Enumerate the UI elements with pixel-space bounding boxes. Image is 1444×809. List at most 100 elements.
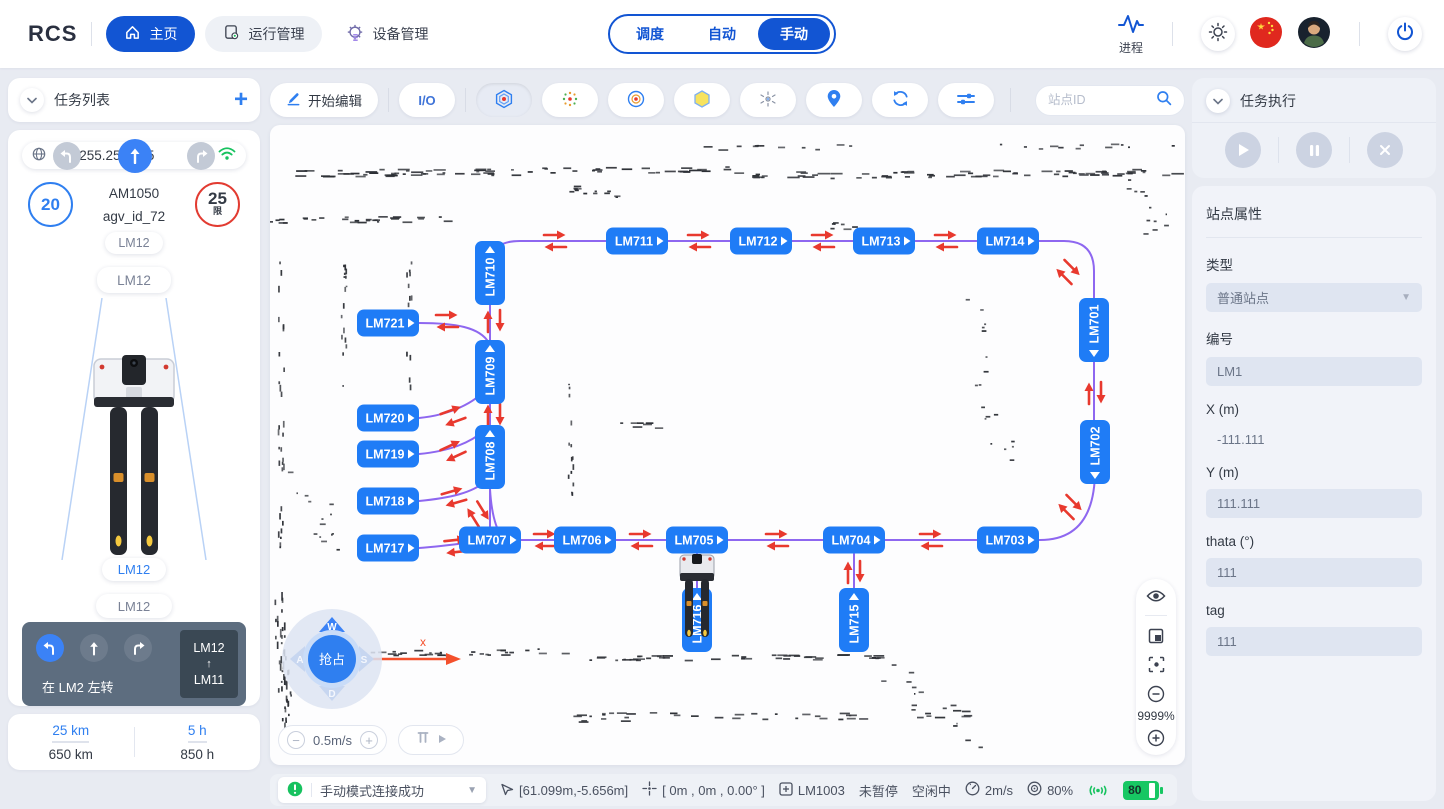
layer-pointcloud-button[interactable]: [542, 83, 598, 117]
map-station-lm717[interactable]: LM717: [357, 535, 419, 562]
map-station-lm710[interactable]: LM710: [475, 241, 505, 305]
plus-square-icon: [779, 782, 793, 799]
mode-tab-手动[interactable]: 手动: [758, 18, 830, 50]
collapse-task-exec-button[interactable]: [1206, 89, 1230, 113]
field-label-x: X (m): [1206, 402, 1422, 417]
crosshair-icon: [642, 781, 657, 799]
svg-text:LM717: LM717: [366, 542, 405, 556]
nav-item-home[interactable]: 主页: [106, 16, 195, 52]
field-value-code[interactable]: LM1: [1206, 357, 1422, 386]
map-station-lm706[interactable]: LM706: [554, 527, 616, 554]
nav-item-label: 运行管理: [248, 24, 304, 44]
avatar-image: [1297, 17, 1331, 51]
map-station-lm712[interactable]: LM712: [730, 228, 792, 255]
field-label-tag: tag: [1206, 603, 1422, 618]
signal-icon: [1087, 783, 1109, 798]
map-station-lm702[interactable]: LM702: [1080, 420, 1110, 484]
sliders-icon: [956, 91, 976, 110]
map-station-lm709[interactable]: LM709: [475, 340, 505, 404]
start-edit-button[interactable]: 开始编辑: [270, 83, 378, 117]
layer-target-button[interactable]: [608, 83, 664, 117]
cursor-icon: [500, 782, 514, 799]
turn-left-button[interactable]: [53, 142, 81, 170]
process-label: 进程: [1119, 39, 1143, 56]
turn-right-button[interactable]: [187, 142, 215, 170]
robot-pose-readout: [ 0m , 0m , 0.00° ]: [642, 781, 765, 799]
station-search-input[interactable]: [1048, 93, 1138, 107]
power-button[interactable]: [1388, 17, 1422, 51]
info-icon: [287, 781, 303, 800]
zoom-out-button[interactable]: [1147, 685, 1165, 703]
visibility-eye-icon[interactable]: [1146, 589, 1166, 603]
collapse-task-list-button[interactable]: [20, 88, 44, 112]
lidar-button[interactable]: [740, 83, 796, 117]
task-cancel-button[interactable]: [1367, 132, 1403, 168]
svg-text:LM701: LM701: [1088, 305, 1102, 344]
center-focus-icon[interactable]: [1148, 656, 1165, 673]
station-properties-title: 站点属性: [1206, 204, 1422, 238]
zoom-level: 9999%: [1137, 709, 1174, 723]
field-value-theta[interactable]: 111: [1206, 558, 1422, 587]
task-pause-button[interactable]: [1296, 132, 1332, 168]
location-pin-icon: [826, 89, 842, 111]
hint-turn-left-icon[interactable]: [36, 634, 64, 662]
theme-toggle-button[interactable]: [1201, 17, 1235, 51]
station-pill-1: LM12: [105, 232, 163, 254]
task-execution-card: 任务执行: [1192, 78, 1436, 178]
map-station-lm714[interactable]: LM714: [977, 228, 1039, 255]
field-value-type[interactable]: 普通站点▼: [1206, 283, 1422, 312]
map-station-lm715[interactable]: LM715: [839, 588, 869, 652]
speed-increase-button[interactable]: +: [360, 731, 378, 749]
field-value-x: -111.111: [1206, 426, 1422, 449]
fork-action-button[interactable]: [398, 725, 464, 755]
user-avatar[interactable]: [1297, 17, 1331, 51]
refresh-button[interactable]: [872, 83, 928, 117]
gauge-icon: [965, 781, 980, 799]
mode-tab-调度[interactable]: 调度: [614, 18, 686, 50]
go-straight-button[interactable]: [118, 139, 152, 173]
io-button[interactable]: I/O: [399, 83, 455, 117]
zoom-in-button[interactable]: [1147, 729, 1165, 747]
layer-stations-button[interactable]: [476, 83, 532, 117]
map-station-lm703[interactable]: LM703: [977, 527, 1039, 554]
nav-item-operations[interactable]: 运行管理: [205, 16, 322, 52]
svg-text:LM702: LM702: [1089, 427, 1103, 466]
add-task-button[interactable]: +: [234, 90, 248, 110]
map-station-lm708[interactable]: LM708: [475, 425, 505, 489]
layer-zone-button[interactable]: [674, 83, 730, 117]
field-value-y[interactable]: 111.111: [1206, 489, 1422, 518]
language-flag-button[interactable]: [1249, 17, 1283, 51]
top-navbar: RCS 主页 运行管理 设备管理 调度自动手动 进程: [0, 0, 1444, 68]
path-direction-arrow-pair: [1055, 492, 1085, 522]
map-status-bar: 手动模式连接成功 ▼ [61.099m,-5.656m] [ 0m , 0m ,…: [270, 774, 1177, 806]
map-station-lm719[interactable]: LM719: [357, 441, 419, 468]
task-start-button[interactable]: [1225, 132, 1261, 168]
virtual-joystick[interactable]: W A S D 抢占: [282, 609, 382, 709]
map-station-lm718[interactable]: LM718: [357, 488, 419, 515]
mode-status-select[interactable]: 手动模式连接成功 ▼: [278, 777, 486, 803]
nav-item-devices[interactable]: 设备管理: [328, 16, 446, 52]
minimap-icon[interactable]: [1148, 628, 1164, 644]
vehicle-stats-card: 25 km 650 km 5 h 850 h: [8, 714, 260, 770]
map-station-lm705[interactable]: LM705: [666, 527, 728, 554]
map-station-lm701[interactable]: LM701: [1079, 298, 1109, 362]
speed-value: 0.5m/s: [313, 733, 352, 748]
speed-decrease-button[interactable]: −: [287, 731, 305, 749]
search-icon[interactable]: [1156, 90, 1172, 111]
map-station-lm707[interactable]: LM707: [459, 527, 521, 554]
map-station-lm721[interactable]: LM721: [357, 310, 419, 337]
map-station-lm720[interactable]: LM720: [357, 405, 419, 432]
battery-indicator: 80: [1123, 781, 1159, 800]
map-station-lm713[interactable]: LM713: [853, 228, 915, 255]
hint-turn-right-icon[interactable]: [124, 634, 152, 662]
locate-button[interactable]: [806, 83, 862, 117]
map-station-lm704[interactable]: LM704: [823, 527, 885, 554]
map-station-lm711[interactable]: LM711: [606, 228, 668, 255]
map-canvas[interactable]: LM710 LM721 LM709 LM720 LM719 LM708 LM718 LM717…: [270, 125, 1185, 765]
mode-tab-自动[interactable]: 自动: [686, 18, 758, 50]
vehicle-card[interactable]: 255.255.255.255 20 AM1050 agv_id_72 25限 …: [8, 130, 260, 706]
field-value-tag[interactable]: 111: [1206, 627, 1422, 656]
hint-straight-icon[interactable]: [80, 634, 108, 662]
process-button[interactable]: 进程: [1118, 13, 1144, 56]
filter-button[interactable]: [938, 83, 994, 117]
